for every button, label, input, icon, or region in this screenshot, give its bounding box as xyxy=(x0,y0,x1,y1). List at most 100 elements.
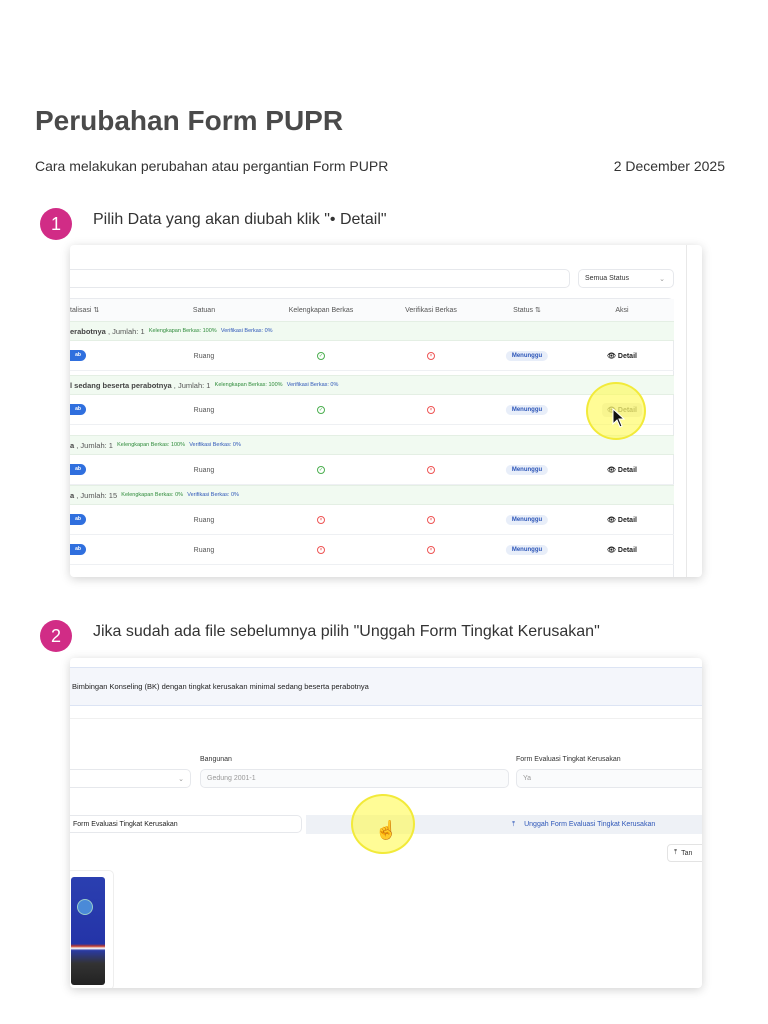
status-badge: Menunggu xyxy=(505,351,549,361)
page-title: Perubahan Form PUPR xyxy=(35,105,344,136)
page-date: 2 December 2025 xyxy=(613,158,725,174)
page-subtitle: Cara melakukan perubahan atau pergantian… xyxy=(35,158,389,174)
add-button[interactable]: ⤒ Tan xyxy=(667,844,702,862)
eye-icon: 👁︎ xyxy=(607,547,616,554)
check-circle-icon: ✓ xyxy=(317,406,325,414)
eye-icon: 👁︎ xyxy=(607,353,616,360)
x-circle-icon: × xyxy=(427,466,435,474)
kategori-pill: ab xyxy=(70,514,86,525)
verifikasi-summary: Verifikasi Berkas: 0% xyxy=(189,442,241,448)
col-kelengkapan: Kelengkapan Berkas xyxy=(288,306,354,314)
group-row: a , Jumlah: 15 Kelengkapan Berkas: 0% Ve… xyxy=(70,485,674,505)
detail-button[interactable]: 👁︎ Detail xyxy=(607,466,637,474)
col-verifikasi: Verifikasi Berkas xyxy=(405,306,457,314)
table-row: ab Ruang ✓ × Menunggu 👁︎ Detail xyxy=(70,395,674,425)
step-text-2: Jika sudah ada file sebelumnya pilih "Un… xyxy=(93,623,600,640)
bangunan-input[interactable]: Gedung 2001-1 xyxy=(200,769,509,788)
form-evaluasi-input[interactable]: Ya xyxy=(516,769,702,788)
group-count: , Jumlah: 1 xyxy=(76,440,113,450)
kategori-pill: ab xyxy=(70,350,86,361)
data-table: talisasi ⇅ Satuan Kelengkapan Berkas Ver… xyxy=(70,298,674,577)
screenshot-data-table: Semua Status ⌄ talisasi ⇅ Satuan Kelengka… xyxy=(70,245,702,577)
detail-button[interactable]: 👁︎ Detail xyxy=(607,546,637,554)
chevron-down-icon: ⌄ xyxy=(659,275,665,283)
step-number-2: 2 xyxy=(40,620,72,652)
status-badge: Menunggu xyxy=(505,465,549,475)
satuan-cell: Ruang xyxy=(193,546,215,554)
kelengkapan-summary: Kelengkapan Berkas: 100% xyxy=(214,382,283,388)
room-banner: Bimbingan Konseling (BK) dengan tingkat … xyxy=(70,667,702,706)
group-row: l sedang beserta perabotnya , Jumlah: 1 … xyxy=(70,375,674,395)
upload-icon: ⤒ xyxy=(674,849,678,856)
logo-emblem-icon xyxy=(77,899,93,915)
x-circle-icon: × xyxy=(427,352,435,360)
col-status[interactable]: Status ⇅ xyxy=(513,299,541,321)
group-name: l sedang beserta perabotnya xyxy=(70,380,172,390)
satuan-cell: Ruang xyxy=(193,352,215,360)
satuan-cell: Ruang xyxy=(193,406,215,414)
screenshot-detail-form: Bimbingan Konseling (BK) dengan tingkat … xyxy=(70,658,702,988)
detail-label: Detail xyxy=(617,467,637,474)
x-circle-icon: × xyxy=(317,546,325,554)
photo-thumbnail-card[interactable] xyxy=(70,870,114,988)
upload-form-button[interactable]: ⤒ Unggah Form Evaluasi Tingkat Kerusakan xyxy=(512,815,655,834)
detail-button[interactable]: 👁︎ Detail xyxy=(607,516,637,524)
satuan-cell: Ruang xyxy=(193,466,215,474)
satuan-cell: Ruang xyxy=(193,516,215,524)
detail-button[interactable]: 👁︎ Detail xyxy=(607,352,637,360)
x-circle-icon: × xyxy=(427,516,435,524)
status-badge: Menunggu xyxy=(505,545,549,555)
kelengkapan-summary: Kelengkapan Berkas: 100% xyxy=(148,328,217,334)
status-badge: Menunggu xyxy=(505,405,549,415)
group-row: a , Jumlah: 1 Kelengkapan Berkas: 100% V… xyxy=(70,435,674,455)
detail-label: Detail xyxy=(617,547,637,554)
ruangan-select[interactable]: ⌄ xyxy=(70,769,191,788)
kategori-pill: ab xyxy=(70,464,86,475)
kategori-pill: ab xyxy=(70,544,86,555)
step-text-1: Pilih Data yang akan diubah klik "• Deta… xyxy=(93,211,387,228)
table-row: ab Ruang × × Menunggu 👁︎ Detail xyxy=(70,505,674,535)
table-header: talisasi ⇅ Satuan Kelengkapan Berkas Ver… xyxy=(70,299,674,321)
add-button-label: Tan xyxy=(681,849,693,857)
table-row: ab Ruang ✓ × Menunggu 👁︎ Detail xyxy=(70,341,674,371)
divider xyxy=(70,718,702,719)
verifikasi-summary: Verifikasi Berkas: 0% xyxy=(220,328,273,334)
kategori-pill: ab xyxy=(70,404,86,415)
eye-icon: 👁︎ xyxy=(607,467,616,474)
check-circle-icon: ✓ xyxy=(317,466,325,474)
group-name: a xyxy=(70,440,75,450)
group-name: a xyxy=(70,490,75,500)
detail-label: Detail xyxy=(617,517,637,524)
group-row: erabotnya , Jumlah: 1 Kelengkapan Berkas… xyxy=(70,321,674,341)
eye-icon: 👁︎ xyxy=(607,517,616,524)
verifikasi-summary: Verifikasi Berkas: 0% xyxy=(187,492,239,498)
group-count: , Jumlah: 15 xyxy=(76,490,118,500)
step-number-1: 1 xyxy=(40,208,72,240)
form-evaluasi-label: Form Evaluasi Tingkat Kerusakan xyxy=(516,756,621,763)
chevron-down-icon: ⌄ xyxy=(178,775,184,783)
kelengkapan-summary: Kelengkapan Berkas: 100% xyxy=(117,442,186,448)
col-aksi: Aksi xyxy=(615,306,629,314)
upload-form-button-label: Unggah Form Evaluasi Tingkat Kerusakan xyxy=(524,821,656,828)
group-name: erabotnya xyxy=(70,326,106,336)
status-badge: Menunggu xyxy=(505,515,549,525)
detail-label: Detail xyxy=(617,353,637,360)
x-circle-icon: × xyxy=(427,546,435,554)
x-circle-icon: × xyxy=(317,516,325,524)
status-filter-value: Semua Status xyxy=(585,275,629,282)
mouse-pointer-icon xyxy=(612,408,626,428)
file-label-field: Form Evaluasi Tingkat Kerusakan xyxy=(70,815,302,833)
verifikasi-summary: Verifikasi Berkas: 0% xyxy=(286,382,339,388)
status-filter-select[interactable]: Semua Status ⌄ xyxy=(578,269,674,288)
group-count: , Jumlah: 1 xyxy=(173,380,211,390)
upload-icon: ⤒ xyxy=(512,820,516,828)
photo-image xyxy=(71,877,105,985)
scrollbar-track[interactable] xyxy=(686,245,687,577)
kelengkapan-summary: Kelengkapan Berkas: 0% xyxy=(121,492,184,498)
col-lokalisasi[interactable]: talisasi ⇅ xyxy=(70,299,99,321)
table-row: ab Ruang × × Menunggu 👁︎ Detail xyxy=(70,535,674,565)
col-satuan: Satuan xyxy=(192,306,216,314)
hand-pointer-icon: ☝ xyxy=(375,820,398,840)
search-input[interactable] xyxy=(70,269,570,288)
x-circle-icon: × xyxy=(427,406,435,414)
